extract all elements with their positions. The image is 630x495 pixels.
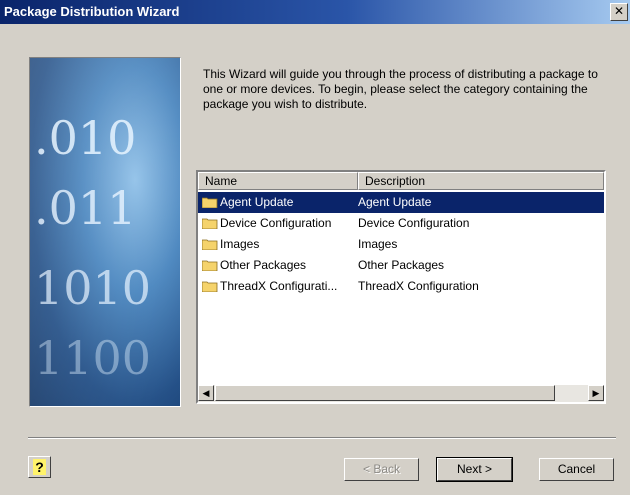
folder-icon bbox=[202, 218, 218, 229]
list-item[interactable]: Other Packages Other Packages bbox=[198, 255, 604, 276]
list-item[interactable]: Agent Update Agent Update bbox=[198, 192, 604, 213]
list-item-description: Images bbox=[358, 237, 398, 251]
folder-icon bbox=[202, 197, 218, 208]
help-button[interactable]: ? bbox=[28, 456, 51, 478]
folder-icon bbox=[202, 260, 218, 271]
help-icon: ? bbox=[33, 459, 46, 475]
scroll-left-button[interactable]: ◀ bbox=[198, 385, 214, 401]
banner-digits-2: .011 bbox=[34, 181, 136, 235]
next-button[interactable]: Next > bbox=[436, 457, 513, 482]
scroll-thumb[interactable] bbox=[215, 385, 555, 401]
wizard-banner-image: .010 .011 1010 1100 bbox=[29, 57, 181, 407]
list-item-description-cell: ThreadX Configuration bbox=[358, 276, 604, 297]
list-rows: Agent Update Agent Update Device Configura… bbox=[198, 192, 604, 297]
list-item[interactable]: Device Configuration Device Configuration bbox=[198, 213, 604, 234]
folder-icon bbox=[202, 281, 218, 292]
list-item-description-cell: Device Configuration bbox=[358, 213, 604, 234]
cancel-button[interactable]: Cancel bbox=[539, 458, 614, 481]
column-header-description[interactable]: Description bbox=[358, 172, 604, 190]
list-item-name-cell: Agent Update bbox=[199, 192, 355, 213]
list-item-description: Agent Update bbox=[358, 195, 432, 209]
close-button[interactable]: ✕ bbox=[610, 3, 628, 21]
window-title: Package Distribution Wizard bbox=[4, 4, 180, 19]
list-item-description-cell: Other Packages bbox=[358, 255, 604, 276]
back-button[interactable]: < Back bbox=[344, 458, 419, 481]
list-item-description-cell: Images bbox=[358, 234, 604, 255]
list-item-description: ThreadX Configuration bbox=[358, 279, 479, 293]
list-item-name: Device Configuration bbox=[220, 216, 332, 230]
list-item-name-cell: Other Packages bbox=[199, 255, 355, 276]
list-item[interactable]: Images Images bbox=[198, 234, 604, 255]
banner-digits-4: 1100 bbox=[34, 331, 151, 385]
list-item-name-cell: ThreadX Configurati... bbox=[199, 276, 355, 297]
list-item-name: Images bbox=[220, 237, 260, 251]
column-header-name[interactable]: Name bbox=[198, 172, 358, 190]
button-divider bbox=[28, 437, 616, 439]
list-item-name-cell: Device Configuration bbox=[199, 213, 355, 234]
banner-digits-1: .010 bbox=[34, 111, 136, 165]
scroll-right-button[interactable]: ▶ bbox=[588, 385, 604, 401]
banner-digits-3: 1010 bbox=[34, 261, 151, 315]
list-item-description-cell: Agent Update bbox=[358, 192, 604, 213]
title-bar: Package Distribution Wizard ✕ bbox=[0, 0, 630, 24]
list-item[interactable]: ThreadX Configurati... ThreadX Configurat… bbox=[198, 276, 604, 297]
list-item-name: Agent Update bbox=[220, 195, 294, 209]
list-header: Name Description bbox=[198, 172, 604, 190]
list-item-description: Other Packages bbox=[358, 258, 445, 272]
list-item-name-cell: Images bbox=[199, 234, 355, 255]
package-category-list[interactable]: Name Description Agent Update Agent Updat… bbox=[196, 170, 606, 404]
intro-text: This Wizard will guide you through the p… bbox=[203, 67, 598, 111]
horizontal-scrollbar[interactable]: ◀ ▶ bbox=[198, 385, 604, 402]
list-item-name: ThreadX Configurati... bbox=[220, 279, 338, 293]
folder-icon bbox=[202, 239, 218, 250]
list-item-name: Other Packages bbox=[220, 258, 307, 272]
list-item-description: Device Configuration bbox=[358, 216, 470, 230]
